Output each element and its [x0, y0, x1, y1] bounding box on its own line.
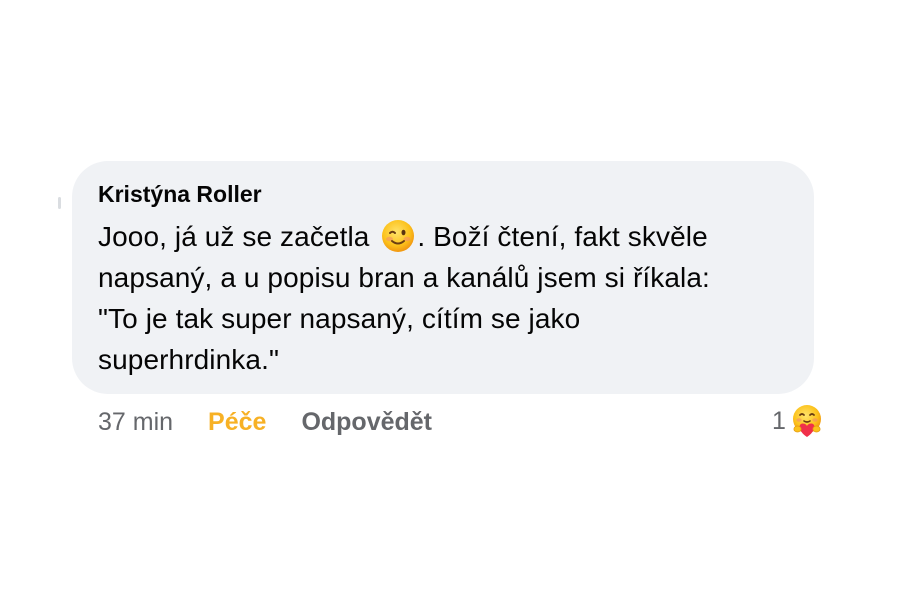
reaction-count: 1 [772, 406, 786, 435]
reply-button[interactable]: Odpovědět [301, 408, 432, 437]
comment-line: superhrdinka." [98, 344, 279, 375]
reaction-summary[interactable]: 1 [772, 402, 825, 440]
comment-text-segment: . Boží čtení, fakt skvěle [417, 221, 708, 252]
comment-line: napsaný, a u popisu bran a kanálů jsem s… [98, 262, 710, 293]
comment-actions: 37 min Péče Odpovědět [98, 404, 432, 440]
comment-author[interactable]: Kristýna Roller [98, 180, 786, 208]
comment-line: "To je tak super napsaný, cítím se jako [98, 303, 581, 334]
comment-bubble: Kristýna Roller Jooo, já už se začetla .… [72, 161, 814, 394]
winking-face-icon [382, 220, 415, 252]
comment-text-segment: Jooo, já už se začetla [98, 221, 370, 252]
reaction-button[interactable]: Péče [208, 408, 266, 437]
comment-line: Jooo, já už se začetla . Boží čtení, fak… [98, 216, 786, 257]
comment-text: Jooo, já už se začetla . Boží čtení, fak… [98, 216, 786, 380]
thread-line [58, 197, 61, 209]
care-hugging-heart-icon [792, 405, 821, 437]
comment-timestamp[interactable]: 37 min [98, 408, 173, 437]
